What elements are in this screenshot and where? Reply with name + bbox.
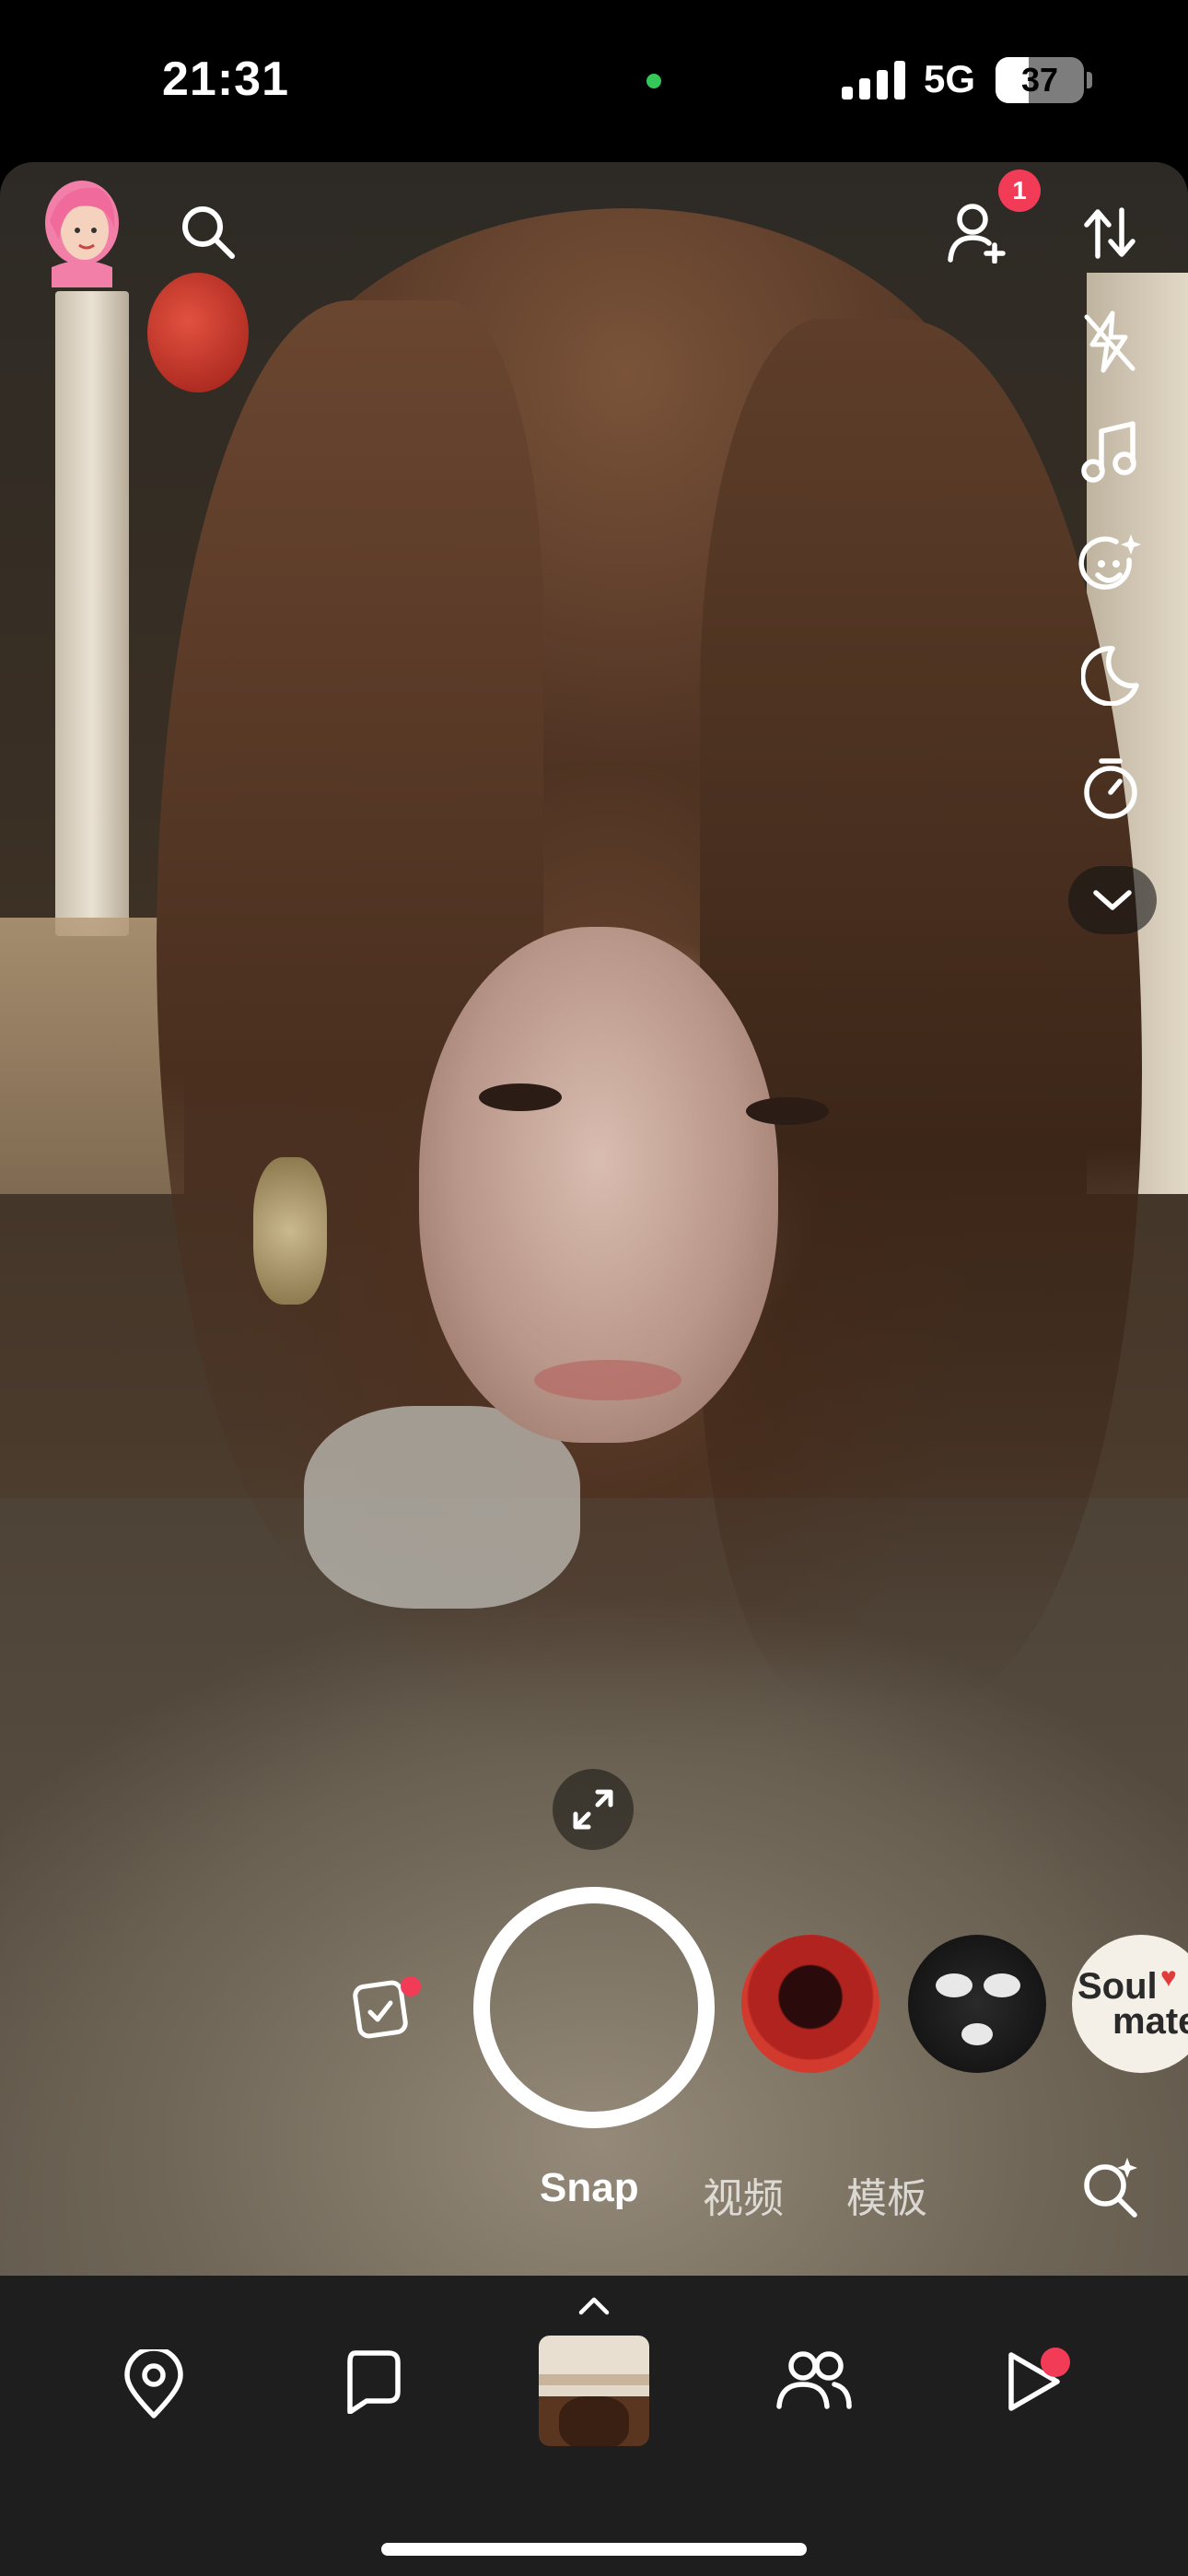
mask-mouth	[961, 2023, 993, 2045]
chevron-up-icon[interactable]	[577, 2296, 611, 2316]
home-indicator[interactable]	[381, 2543, 807, 2556]
night-mode-icon[interactable]	[1081, 645, 1140, 706]
privacy-indicator-dot	[646, 74, 661, 88]
friend-request-badge: 1	[998, 170, 1041, 212]
cellular-signal-icon	[842, 61, 905, 100]
tab-template[interactable]: 模板	[846, 2165, 927, 2224]
music-icon[interactable]	[1079, 420, 1140, 485]
lens-red-portrait[interactable]	[741, 1935, 879, 2073]
mask-eye	[936, 1973, 973, 1997]
bottom-navigation	[0, 2276, 1188, 2576]
background-pillar	[55, 291, 129, 936]
camera-tab[interactable]	[539, 2336, 649, 2446]
subject-earring	[253, 1157, 327, 1305]
tab-snap[interactable]: Snap	[540, 2165, 639, 2211]
battery-icon: 37	[996, 57, 1084, 103]
background-lantern	[147, 273, 249, 392]
friends-icon[interactable]	[775, 2349, 853, 2415]
lens-ski-mask[interactable]	[908, 1935, 1046, 2073]
lens-sparkle-icon[interactable]	[1077, 533, 1144, 599]
more-tools-button[interactable]	[1068, 866, 1157, 934]
thumbnail-plush-bear	[559, 2396, 629, 2446]
tab-video[interactable]: 视频	[703, 2165, 784, 2224]
subject-eye	[746, 1097, 829, 1125]
add-friend-icon[interactable]	[947, 203, 1011, 263]
map-icon[interactable]	[122, 2346, 186, 2424]
flip-camera-icon[interactable]	[1077, 201, 1142, 265]
mask-eye	[984, 1973, 1020, 1997]
stories-notification-dot	[1041, 2348, 1070, 2377]
flash-off-icon[interactable]	[1079, 310, 1140, 374]
lens-soulmate-label: mate	[1112, 2001, 1188, 2042]
network-type: 5G	[924, 57, 976, 100]
heart-icon: ♥	[1160, 1962, 1177, 1993]
status-bar: 21:31 5G 37	[0, 0, 1188, 162]
subject-hair	[700, 319, 1142, 1701]
chat-icon[interactable]	[343, 2349, 402, 2418]
bitmoji-avatar-icon[interactable]	[42, 175, 122, 287]
battery-tip	[1087, 72, 1092, 88]
capture-shutter-button[interactable]	[473, 1887, 715, 2128]
subject-lips	[534, 1360, 681, 1400]
lens-search-icon	[1084, 2158, 1137, 2218]
expand-arrows-icon	[573, 1789, 613, 1830]
battery-level: 37	[1020, 61, 1059, 99]
search-icon[interactable]	[179, 203, 238, 262]
subject-collar	[304, 1406, 580, 1609]
capture-mode-tabs: Snap 视频 模板	[0, 2165, 1188, 2221]
lens-explore-button[interactable]	[1079, 2156, 1144, 2220]
subject-eye	[479, 1083, 562, 1111]
status-time: 21:31	[162, 53, 289, 106]
memories-icon[interactable]	[350, 1975, 424, 2040]
fullscreen-toggle-button[interactable]	[553, 1769, 634, 1850]
chevron-down-icon	[1093, 890, 1132, 910]
timer-icon[interactable]	[1081, 755, 1140, 820]
